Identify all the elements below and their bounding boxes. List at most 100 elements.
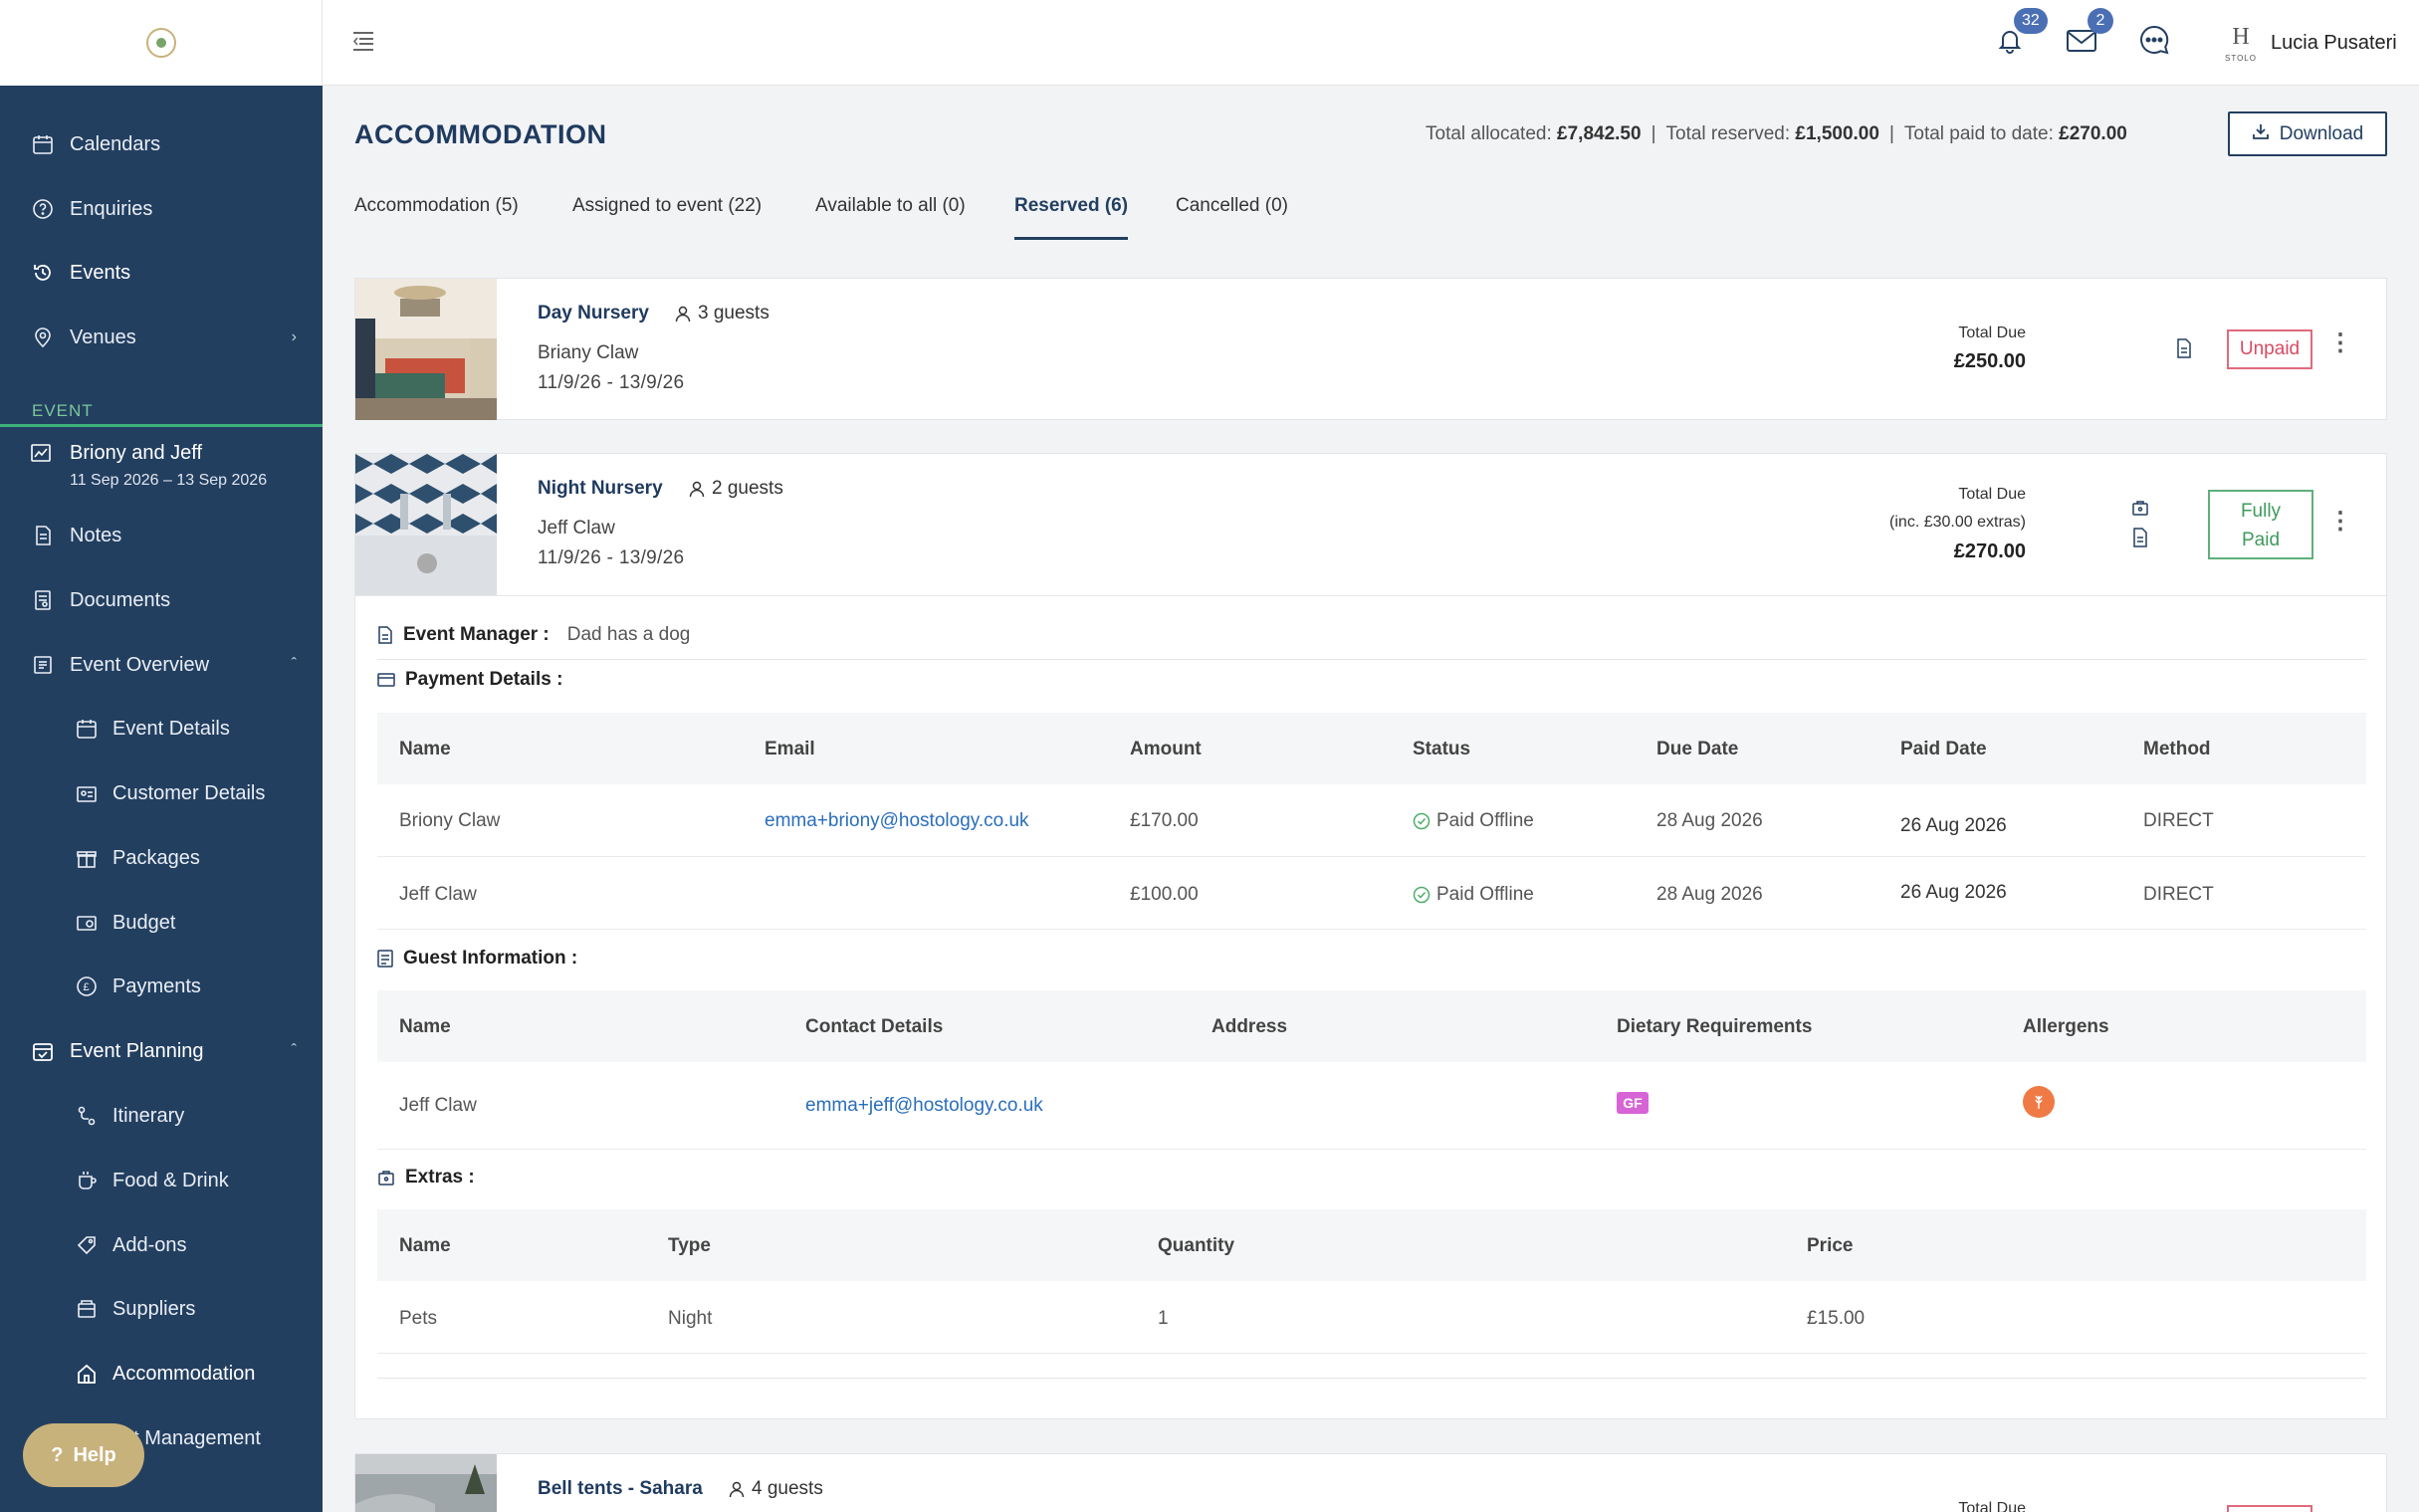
help-button[interactable]: ? Help xyxy=(23,1423,144,1487)
lock-box-icon[interactable] xyxy=(2131,499,2149,522)
room-photo xyxy=(355,1454,497,1512)
sidebar-item-label: Events xyxy=(70,261,131,284)
tab-accommodation[interactable]: Accommodation (5) xyxy=(354,195,519,240)
gluten-free-badge: GF xyxy=(1617,1092,1649,1114)
guest-count: 3 guests xyxy=(674,303,770,324)
column-header[interactable]: Due Date xyxy=(1656,739,1738,760)
tab-available-to-all[interactable]: Available to all (0) xyxy=(815,195,966,240)
paid-status-badge[interactable]: Fully Paid xyxy=(2208,490,2313,559)
column-header[interactable]: Name xyxy=(399,1235,451,1257)
sidebar-item-packages[interactable]: Packages xyxy=(0,833,323,883)
column-header[interactable]: Price xyxy=(1807,1235,1853,1257)
sidebar-item-label: Accommodation xyxy=(112,1362,256,1385)
check-circle-icon xyxy=(1413,812,1430,830)
more-options-icon[interactable]: ⋮ xyxy=(2328,328,2352,357)
room-title[interactable]: Night Nursery xyxy=(538,478,663,500)
column-header[interactable]: Quantity xyxy=(1158,1235,1234,1257)
sidebar-item-event-details[interactable]: Event Details xyxy=(0,704,323,754)
column-header[interactable]: Paid Date xyxy=(1900,739,1987,760)
room-card-expanded: Night Nursery 2 guests Jeff Claw 11/9/26… xyxy=(354,453,2387,1419)
room-title[interactable]: Bell tents - Sahara xyxy=(538,1478,703,1500)
pound-circle-icon: £ xyxy=(74,973,100,999)
divider xyxy=(377,1378,2366,1379)
sidebar-item-customer-details[interactable]: Customer Details xyxy=(0,768,323,818)
svg-text:£: £ xyxy=(84,981,90,993)
status-badge[interactable] xyxy=(2227,1505,2312,1512)
tab-cancelled[interactable]: Cancelled (0) xyxy=(1176,195,1288,240)
room-title[interactable]: Day Nursery xyxy=(538,303,649,324)
divider xyxy=(377,659,2366,660)
user-menu[interactable]: Lucia Pusateri xyxy=(2271,32,2397,55)
guest-information-heading: Guest Information : xyxy=(377,948,577,970)
sidebar-item-label: Event Planning xyxy=(70,1039,204,1062)
sidebar-item-notes[interactable]: Notes xyxy=(0,511,323,560)
invoice-icon[interactable] xyxy=(2131,528,2149,552)
menu-toggle-icon[interactable] xyxy=(350,28,376,59)
table-row: Jeff Claw £100.00 Paid Offline 28 Aug 20… xyxy=(377,857,2366,930)
table-row: Pets Night 1 £15.00 xyxy=(377,1281,2366,1354)
person-icon xyxy=(689,481,705,498)
extras-heading: Extras : xyxy=(377,1167,475,1188)
sidebar-item-venues[interactable]: Venues › xyxy=(0,313,323,362)
tab-reserved[interactable]: Reserved (6) xyxy=(1014,195,1129,240)
invoice-icon[interactable] xyxy=(2175,338,2193,363)
history-icon xyxy=(30,260,56,286)
sidebar-item-budget[interactable]: Budget xyxy=(0,898,323,948)
room-card: Bell tents - Sahara 4 guests Total Due xyxy=(354,1453,2387,1512)
calendar-check-icon xyxy=(30,1038,56,1064)
gift-icon xyxy=(74,845,100,871)
column-header[interactable]: Status xyxy=(1413,739,1470,760)
column-header[interactable]: Email xyxy=(765,739,815,760)
sidebar-item-calendars[interactable]: Calendars xyxy=(0,119,323,169)
download-button[interactable]: Download xyxy=(2228,111,2387,156)
route-icon xyxy=(74,1103,100,1129)
chat-button[interactable] xyxy=(2134,22,2174,62)
sidebar-item-event-overview[interactable]: Event Overview ˆ xyxy=(0,640,323,690)
totals-summary: Total allocated: £7,842.50 | Total reserve… xyxy=(1426,123,2127,144)
column-header[interactable]: Name xyxy=(399,1016,451,1038)
sidebar-item-food-drink[interactable]: Food & Drink xyxy=(0,1156,323,1205)
due-date: 28 Aug 2026 xyxy=(1656,810,1763,831)
column-header[interactable]: Contact Details xyxy=(805,1016,943,1038)
card-icon xyxy=(377,673,395,687)
event-name[interactable]: Briony and Jeff xyxy=(70,442,202,465)
sidebar-item-accommodation[interactable]: Accommodation xyxy=(0,1349,323,1399)
messages-button[interactable]: 2 xyxy=(2062,8,2113,62)
unpaid-status-badge[interactable]: Unpaid xyxy=(2227,329,2312,369)
payment-status: Paid Offline xyxy=(1413,810,1534,832)
venue-logo[interactable] xyxy=(0,0,323,86)
column-header[interactable]: Allergens xyxy=(2023,1016,2109,1038)
due-date: 28 Aug 2026 xyxy=(1656,884,1763,905)
column-header[interactable]: Address xyxy=(1211,1016,1287,1038)
event-divider xyxy=(0,424,323,427)
column-header[interactable]: Method xyxy=(2143,739,2211,760)
sidebar-item-payments[interactable]: £ Payments xyxy=(0,962,323,1011)
sidebar-item-suppliers[interactable]: Suppliers xyxy=(0,1284,323,1334)
notifications-badge: 32 xyxy=(2014,8,2048,34)
sidebar-item-event-planning[interactable]: Event Planning ˆ xyxy=(0,1026,323,1076)
column-header[interactable]: Dietary Requirements xyxy=(1617,1016,1812,1038)
sidebar-item-add-ons[interactable]: Add-ons xyxy=(0,1220,323,1270)
column-header[interactable]: Name xyxy=(399,739,451,760)
payer-email-link[interactable]: emma+briony@hostology.co.uk xyxy=(765,810,1029,832)
sidebar-item-events[interactable]: Events xyxy=(0,248,323,298)
guest-email-link[interactable]: emma+jeff@hostology.co.uk xyxy=(805,1095,1043,1117)
extra-quantity: 1 xyxy=(1158,1308,1169,1329)
sidebar-item-label: Add-ons xyxy=(112,1233,187,1256)
sidebar-item-label: Event Overview xyxy=(70,653,210,676)
question-circle-icon xyxy=(30,196,56,222)
wheat-allergen-icon xyxy=(2023,1086,2055,1118)
tab-assigned-to-event[interactable]: Assigned to event (22) xyxy=(572,195,762,240)
more-options-icon[interactable]: ⋮ xyxy=(2328,507,2352,536)
room-photo xyxy=(355,279,497,420)
sidebar-item-label: Documents xyxy=(70,588,171,611)
column-header[interactable]: Amount xyxy=(1130,739,1202,760)
cup-icon xyxy=(74,1168,100,1193)
sidebar-item-enquiries[interactable]: Enquiries xyxy=(0,184,323,234)
person-icon xyxy=(675,306,691,323)
location-pin-icon xyxy=(30,324,56,350)
sidebar-item-itinerary[interactable]: Itinerary xyxy=(0,1091,323,1141)
column-header[interactable]: Type xyxy=(668,1235,711,1257)
notifications-button[interactable]: 32 xyxy=(1990,8,2048,62)
sidebar-item-documents[interactable]: Documents xyxy=(0,575,323,625)
